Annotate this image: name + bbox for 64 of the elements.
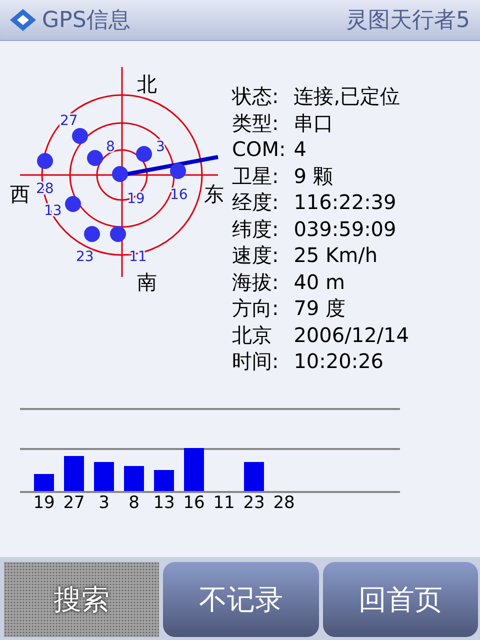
satellite-dot [87,150,103,166]
satellite-number: 13 [154,493,174,513]
info-value: 039:59:09 [294,216,398,242]
signal-bar [244,462,264,491]
info-label: 状态: [232,83,280,110]
satellite-label: 27 [60,113,78,129]
satellite-number: 28 [274,493,294,513]
signal-bar [154,470,174,491]
satellite-number: 11 [214,493,234,513]
info-value: 25 Km/h [294,242,379,268]
info-value: 4 [294,136,308,162]
info-label: 类型: [232,110,280,136]
satellite-number: 23 [244,493,264,513]
info-value: 116:22:39 [294,189,398,216]
satellite-dot [72,128,88,144]
action-button[interactable]: 搜索 [4,562,160,637]
compass-label: 东 [204,182,224,206]
satellite-dot [84,226,100,242]
satellite-number: 8 [128,493,140,513]
satellite-dot [112,166,128,182]
info-value: 40 m [294,268,346,295]
satellite-label: 11 [129,249,147,265]
info-value: 串口 [294,110,335,136]
signal-bar [34,474,54,491]
info-label: 经度: [232,189,280,216]
signal-bar [184,448,204,491]
device-name: 灵图天行者5 [346,7,470,35]
compass-label: 北 [137,72,157,96]
satellite-dot [37,153,53,169]
info-label: 海拔: [232,268,280,295]
satellite-label: 16 [170,187,188,203]
compass-label: 西 [10,182,30,206]
satellite-label: 19 [127,191,145,207]
compass-label: 南 [137,270,157,293]
satellite-dot [110,226,126,242]
satellite-number: 3 [98,493,110,513]
info-label: 纬度: [232,216,280,242]
satellite-label: 23 [76,249,94,265]
signal-bar [94,462,114,491]
info-label: COM: [232,136,286,162]
action-button[interactable]: 回首页 [322,562,478,637]
info-label: 方向: [232,295,280,322]
info-label: 北京 [232,322,273,348]
screen-title: GPS信息 [42,7,130,35]
info-value: 2006/12/14 [294,322,409,348]
satellite-number: 19 [34,493,54,513]
signal-bar [124,466,144,491]
info-value: 9 颗 [294,162,334,189]
signal-bar [64,456,84,491]
satellite-label: 8 [106,139,115,155]
info-label: 速度: [232,242,280,268]
satellite-label: 3 [156,139,165,155]
satellite-dot [170,163,186,179]
satellite-number: 27 [64,493,84,513]
info-label: 时间: [232,348,280,374]
info-value: 连接,已定位 [294,83,402,110]
logo-icon [8,7,38,33]
info-value: 79 度 [294,295,347,322]
info-value: 10:20:26 [294,348,385,374]
satellite-dot [136,146,152,162]
satellite-dot [65,196,81,212]
action-button[interactable]: 不记录 [163,562,319,637]
info-label: 卫星: [232,162,280,189]
satellite-number: 16 [184,493,204,513]
